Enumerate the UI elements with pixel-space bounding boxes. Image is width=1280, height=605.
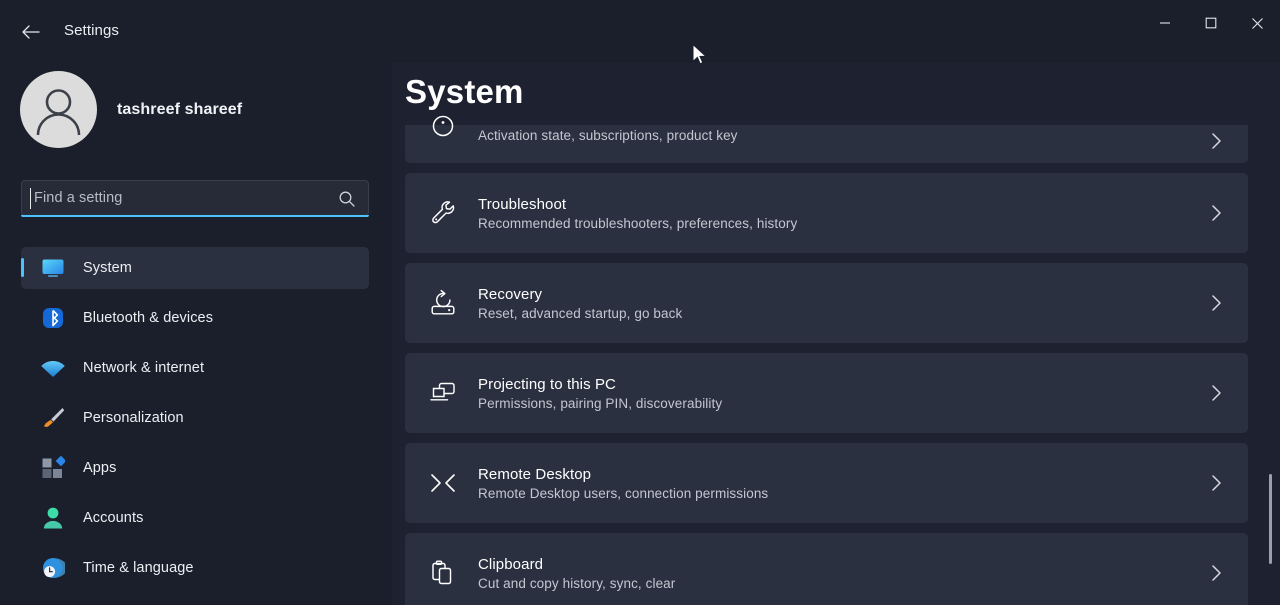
sidebar-item-label: Accounts	[83, 510, 144, 526]
title-bar: Settings	[0, 0, 1280, 63]
person-icon	[40, 505, 66, 531]
sidebar-item-label: System	[83, 260, 132, 276]
settings-row-subtitle: Activation state, subscriptions, product…	[478, 128, 738, 143]
sidebar-item-bluetooth-devices[interactable]: Bluetooth & devices	[21, 297, 369, 339]
settings-row-text: Remote Desktop Remote Desktop users, con…	[478, 466, 768, 501]
sidebar-item-label: Bluetooth & devices	[83, 310, 214, 326]
profile-section[interactable]: tashreef shareef	[20, 71, 242, 148]
search-container[interactable]: Find a setting	[21, 180, 369, 217]
back-button[interactable]	[14, 17, 48, 47]
settings-list: Activation state, subscriptions, product…	[405, 115, 1248, 605]
window-controls	[1142, 0, 1280, 46]
paintbrush-icon	[40, 405, 66, 431]
mouse-pointer	[692, 43, 708, 65]
maximize-icon	[1205, 17, 1217, 29]
settings-row-clipboard[interactable]: Clipboard Cut and copy history, sync, cl…	[405, 533, 1248, 605]
settings-row-text: Activation state, subscriptions, product…	[478, 128, 738, 143]
settings-row-title: Recovery	[478, 285, 543, 303]
sidebar: tashreef shareef Find a setting System B…	[0, 63, 392, 605]
search-placeholder: Find a setting	[34, 190, 123, 206]
wifi-icon	[40, 355, 66, 381]
profile-name: tashreef shareef	[117, 100, 243, 118]
close-button[interactable]	[1234, 0, 1280, 46]
apps-blocks-icon	[40, 455, 66, 481]
settings-row-subtitle: Permissions, pairing PIN, discoverabilit…	[478, 395, 723, 411]
sidebar-item-network-internet[interactable]: Network & internet	[21, 347, 369, 389]
chevron-right-icon[interactable]	[1206, 131, 1226, 151]
monitor-icon	[40, 255, 66, 281]
wrench-icon	[426, 196, 460, 230]
settings-row-text: Troubleshoot Recommended troubleshooters…	[478, 196, 797, 231]
settings-row-title: Clipboard	[478, 555, 544, 573]
back-arrow-icon	[22, 25, 40, 39]
sidebar-item-label: Time & language	[83, 560, 194, 576]
settings-row-activation[interactable]: Activation state, subscriptions, product…	[405, 115, 1248, 163]
maximize-button[interactable]	[1188, 0, 1234, 46]
minimize-icon	[1160, 22, 1170, 24]
settings-row-text: Projecting to this PC Permissions, pairi…	[478, 376, 722, 411]
chevron-right-icon[interactable]	[1206, 203, 1226, 223]
settings-row-remote-desktop[interactable]: Remote Desktop Remote Desktop users, con…	[405, 443, 1248, 523]
sidebar-item-time-language[interactable]: Time & language	[21, 547, 369, 589]
settings-row-troubleshoot[interactable]: Troubleshoot Recommended troubleshooters…	[405, 173, 1248, 253]
sidebar-nav: System Bluetooth & devices Network & int…	[21, 247, 369, 597]
remote-desktop-icon	[426, 466, 460, 500]
settings-row-subtitle: Cut and copy history, sync, clear	[478, 575, 676, 591]
settings-row-subtitle: Reset, advanced startup, go back	[478, 305, 683, 321]
settings-row-subtitle: Remote Desktop users, connection permiss…	[478, 485, 769, 501]
activation-key-icon	[426, 109, 460, 143]
main-content: System Activation state, subscriptions, …	[392, 63, 1280, 605]
search-icon[interactable]	[338, 190, 356, 208]
settings-row-title: Remote Desktop	[478, 465, 592, 483]
app-title: Settings	[64, 22, 119, 39]
settings-row-title: Troubleshoot	[478, 195, 567, 213]
search-input[interactable]: Find a setting	[21, 180, 369, 216]
settings-row-subtitle: Recommended troubleshooters, preferences…	[478, 215, 798, 231]
close-icon	[1251, 17, 1263, 29]
settings-row-recovery[interactable]: Recovery Reset, advanced startup, go bac…	[405, 263, 1248, 343]
settings-window: Settings tashreef shareef Find a setting…	[0, 0, 1280, 605]
chevron-right-icon[interactable]	[1206, 563, 1226, 583]
settings-row-text: Recovery Reset, advanced startup, go bac…	[478, 286, 682, 321]
settings-row-title: Projecting to this PC	[478, 375, 616, 393]
sidebar-item-label: Apps	[83, 460, 117, 476]
avatar	[20, 71, 97, 148]
clipboard-icon	[426, 556, 460, 590]
user-avatar-icon	[36, 89, 81, 136]
sidebar-item-accounts[interactable]: Accounts	[21, 497, 369, 539]
settings-row-projecting-to-this-pc[interactable]: Projecting to this PC Permissions, pairi…	[405, 353, 1248, 433]
chevron-right-icon[interactable]	[1206, 293, 1226, 313]
sidebar-item-label: Personalization	[83, 410, 184, 426]
settings-row-text: Clipboard Cut and copy history, sync, cl…	[478, 556, 675, 591]
sidebar-item-label: Network & internet	[83, 360, 205, 376]
globe-clock-icon	[40, 555, 66, 581]
bluetooth-icon	[40, 305, 66, 331]
sidebar-item-apps[interactable]: Apps	[21, 447, 369, 489]
scrollbar-thumb[interactable]	[1269, 474, 1272, 564]
chevron-right-icon[interactable]	[1206, 383, 1226, 403]
chevron-right-icon[interactable]	[1206, 473, 1226, 493]
sidebar-item-personalization[interactable]: Personalization	[21, 397, 369, 439]
search-focus-underline	[21, 214, 369, 217]
minimize-button[interactable]	[1142, 0, 1188, 46]
projecting-icon	[426, 376, 460, 410]
page-title: System	[405, 73, 524, 110]
sidebar-item-system[interactable]: System	[21, 247, 369, 289]
active-indicator	[21, 258, 24, 277]
vertical-scrollbar[interactable]	[1265, 129, 1277, 599]
text-caret	[30, 188, 31, 209]
recovery-icon	[426, 286, 460, 320]
